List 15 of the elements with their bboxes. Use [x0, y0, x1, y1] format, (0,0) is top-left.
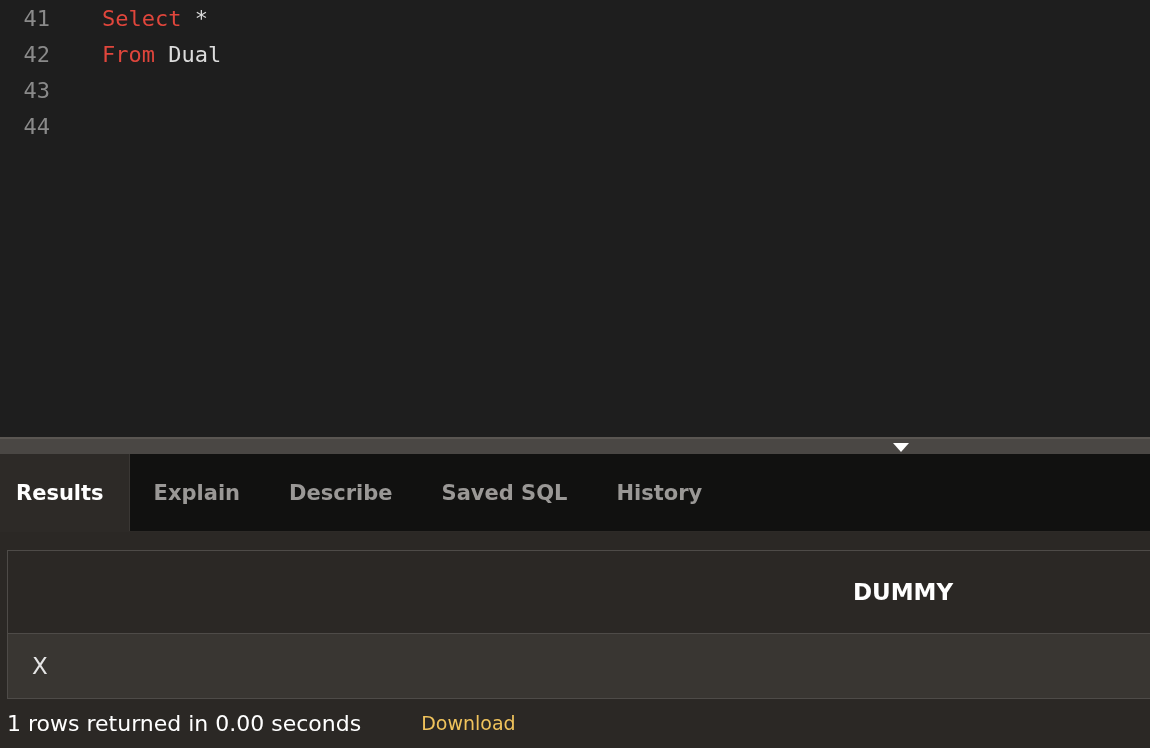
- caret-icon[interactable]: [893, 443, 909, 452]
- status-message: 1 rows returned in 0.00 seconds: [7, 710, 362, 736]
- tab[interactable]: Describe: [265, 454, 418, 531]
- code-line: Select *: [102, 5, 208, 31]
- line-number: 43: [22, 77, 50, 103]
- line-number: 42: [22, 41, 50, 67]
- code-line: From Dual: [102, 41, 222, 67]
- table-cell-text: X: [31, 653, 48, 679]
- tab[interactable]: History: [592, 454, 728, 531]
- download-link[interactable]: Download: [421, 712, 516, 734]
- tab[interactable]: Saved SQL: [417, 454, 593, 531]
- line-number: 41: [22, 5, 50, 31]
- tab[interactable]: Explain: [129, 454, 266, 531]
- tab[interactable]: Results: [0, 454, 130, 531]
- line-number: 44: [22, 113, 50, 139]
